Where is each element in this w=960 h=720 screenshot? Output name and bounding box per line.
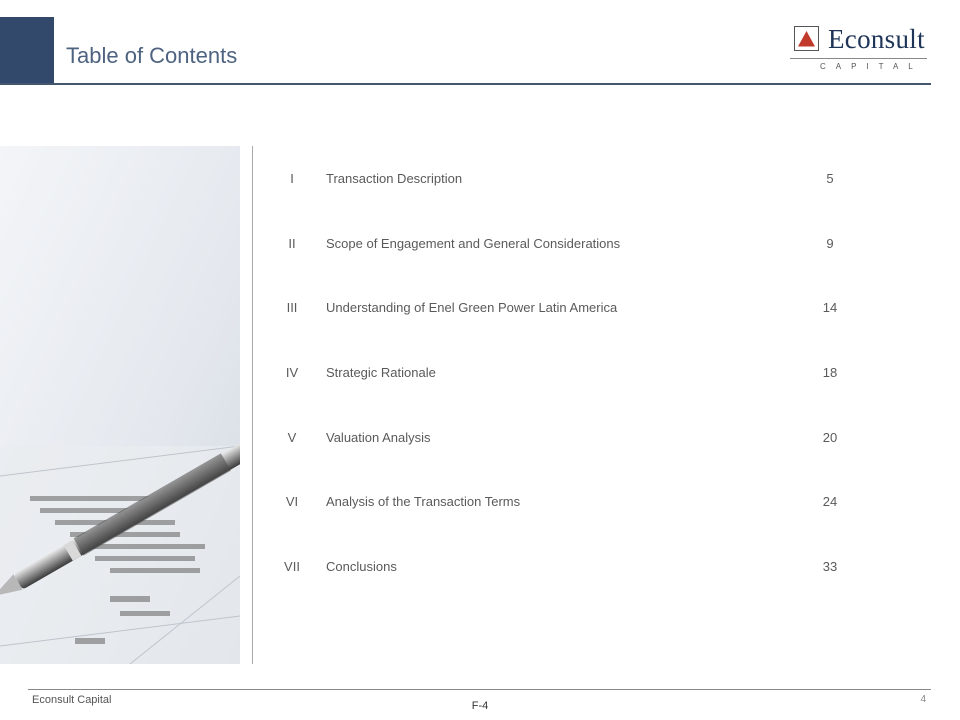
- toc-entry[interactable]: II Scope of Engagement and General Consi…: [270, 236, 870, 258]
- toc-page: 9: [826, 236, 834, 251]
- toc-number: I: [290, 171, 294, 186]
- header-divider: [0, 83, 931, 85]
- toc-entry[interactable]: VI Analysis of the Transaction Terms 24: [270, 494, 870, 516]
- toc-entry[interactable]: III Understanding of Enel Green Power La…: [270, 300, 870, 322]
- toc-number: II: [288, 236, 296, 251]
- toc-entry[interactable]: V Valuation Analysis 20: [270, 430, 870, 452]
- toc-number: V: [287, 430, 297, 445]
- toc-title: Conclusions: [326, 559, 397, 574]
- pen-on-documents-image: [0, 146, 240, 664]
- logo-subtitle: CAPITAL: [820, 62, 923, 71]
- logo-triangle-icon: [794, 26, 819, 51]
- toc-page: 18: [822, 365, 838, 380]
- toc-entry[interactable]: I Transaction Description 5: [270, 171, 870, 193]
- logo-name: Econsult: [828, 24, 925, 54]
- toc-number: IV: [285, 365, 299, 380]
- logo-divider: [790, 58, 927, 59]
- toc-title: Understanding of Enel Green Power Latin …: [326, 300, 618, 315]
- toc-title: Valuation Analysis: [326, 430, 431, 445]
- toc-title: Strategic Rationale: [326, 365, 436, 380]
- header-accent-block: [0, 17, 54, 84]
- footer-page-number: 4: [920, 694, 926, 705]
- toc-page: 5: [826, 171, 834, 186]
- footer-divider: [28, 689, 931, 690]
- toc-title: Analysis of the Transaction Terms: [326, 494, 521, 509]
- page-title: Table of Contents: [66, 43, 238, 68]
- toc-entry[interactable]: IV Strategic Rationale 18: [270, 365, 870, 387]
- toc-entry[interactable]: VII Conclusions 33: [270, 559, 870, 581]
- toc-page: 20: [822, 430, 838, 445]
- toc-page: 14: [822, 300, 838, 315]
- footer-page-code: F-4: [471, 700, 489, 712]
- toc-number: VII: [284, 559, 300, 574]
- toc-number: VI: [285, 494, 299, 509]
- econsult-logo: Econsult CAPITAL: [790, 24, 930, 74]
- toc-title: Transaction Description: [326, 171, 463, 186]
- content-divider: [252, 146, 253, 664]
- toc-page: 24: [822, 494, 838, 509]
- toc-number: III: [286, 300, 298, 315]
- toc-title: Scope of Engagement and General Consider…: [326, 236, 621, 251]
- toc-page: 33: [822, 559, 838, 574]
